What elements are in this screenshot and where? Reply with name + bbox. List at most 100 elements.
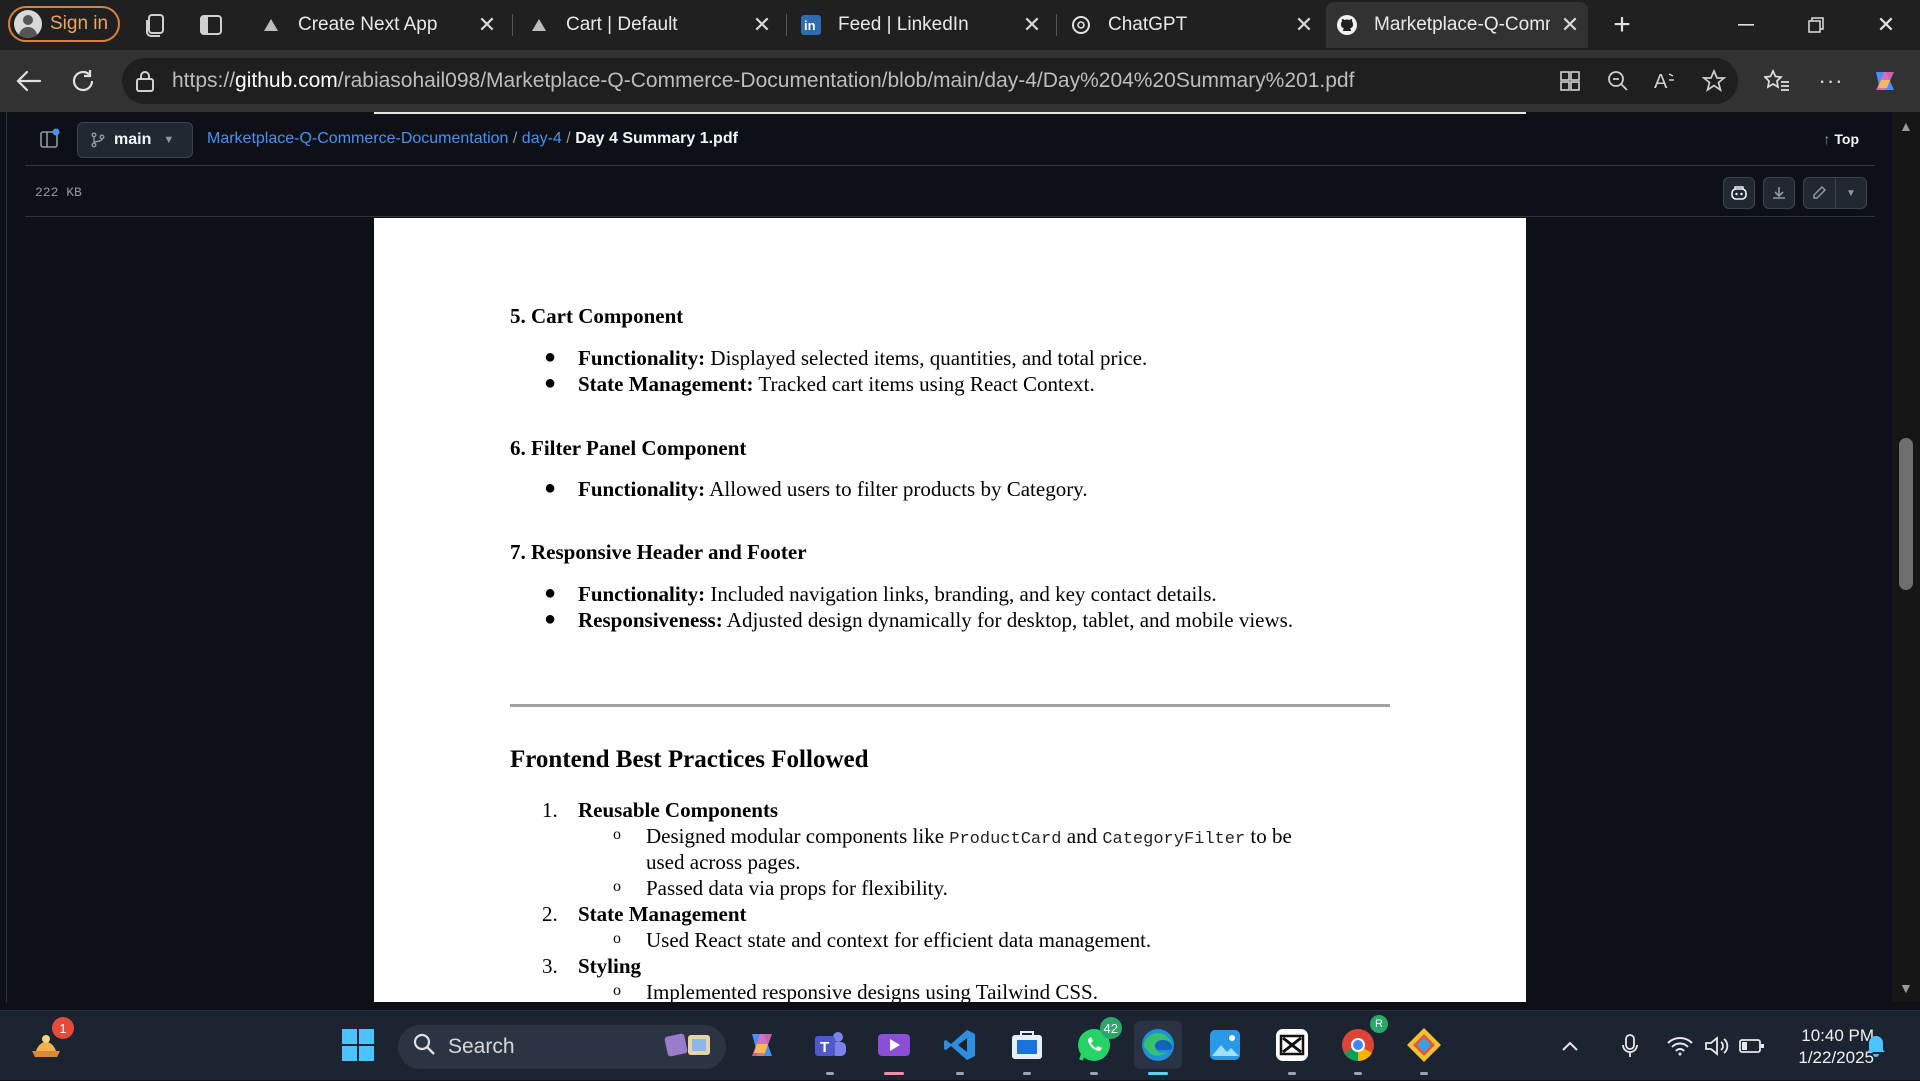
photos-icon[interactable] [1201,1021,1249,1069]
copilot-icon[interactable] [1868,64,1902,98]
download-button[interactable] [1763,177,1795,209]
list-item: Implemented responsive designs using Tai… [646,980,1098,1002]
side-panel-icon[interactable] [39,128,61,150]
scroll-down-arrow-icon[interactable]: ▼ [1899,980,1913,996]
address-bar[interactable]: https://github.com/rabiasohail098/Market… [122,58,1738,104]
taskbar-search-box[interactable]: Search [398,1025,726,1069]
running-indicator [1288,1072,1296,1075]
tab-github-marketplace[interactable]: Marketplace-Q-Comm ✕ [1326,2,1588,48]
minimize-icon[interactable] [1716,0,1776,50]
windows-start-icon[interactable] [334,1021,382,1069]
bullet-icon: ● [544,477,557,499]
browser-tab-bar: Sign in Create Next App ✕ Cart | Default… [0,0,1920,50]
section-6-heading: 6. Filter Panel Component [510,436,747,460]
tab-cart-default[interactable]: Cart | Default ✕ [518,2,780,48]
vertical-tabs-icon[interactable] [198,12,224,38]
new-tab-icon[interactable]: + [1592,0,1652,50]
circle-bullet-icon: o [613,930,621,947]
section-7-heading: 7. Responsive Header and Footer [510,540,807,564]
chrome-icon[interactable]: R [1334,1015,1388,1075]
scrollbar-thumb[interactable] [1899,438,1913,590]
branch-selector[interactable]: main ▼ [77,122,193,158]
sign-in-button[interactable]: Sign in [8,6,120,42]
close-tab-icon[interactable]: ✕ [1292,12,1316,38]
bullet-icon: ● [544,346,557,368]
notification-bell-icon[interactable] [1856,1021,1896,1069]
breadcrumb-folder-link[interactable]: day-4 [522,130,562,147]
item-key: State Management: [578,372,754,396]
item-key: Responsiveness: [578,608,723,632]
bullet-icon: ● [544,582,557,604]
microphone-icon[interactable] [1608,1034,1652,1058]
search-icon [412,1032,436,1062]
wifi-icon[interactable] [1660,1036,1700,1056]
item-key: Functionality: [578,477,706,501]
tab-chatgpt[interactable]: ChatGPT ✕ [1060,2,1322,48]
capcut-icon[interactable] [1268,1021,1316,1075]
search-highlight-icon [662,1029,716,1065]
list-number: 3. [542,954,558,978]
workspaces-icon[interactable] [144,12,170,38]
back-arrow-icon[interactable] [12,64,46,98]
best-practices-heading: Frontend Best Practices Followed [510,746,869,773]
windows-taskbar: 1 Search T 42 R 10:40 PM 1/22/2025 [0,1010,1920,1080]
microsoft-store-icon[interactable] [1003,1021,1051,1075]
list-item: Responsiveness: Adjusted design dynamica… [578,608,1293,633]
favorites-list-icon[interactable] [1760,64,1794,98]
github-icon [1336,14,1358,36]
sticky-app-icon[interactable] [1400,1021,1448,1075]
close-window-icon[interactable]: ✕ [1856,0,1916,50]
refresh-icon[interactable] [66,64,100,98]
running-indicator [1090,1072,1098,1075]
lock-icon[interactable] [134,69,158,93]
tab-label: ChatGPT [1108,14,1188,35]
close-tab-icon[interactable]: ✕ [750,12,774,38]
scroll-up-arrow-icon[interactable]: ▲ [1899,118,1913,134]
whatsapp-icon[interactable]: 42 [1070,1017,1122,1075]
copilot-chat-button[interactable] [1723,177,1755,209]
page-scrollbar[interactable]: ▲ ▼ [1892,112,1920,1002]
notification-badge: 42 [1099,1017,1122,1039]
volume-icon[interactable] [1700,1035,1734,1057]
close-tab-icon[interactable]: ✕ [475,12,499,38]
clipchamp-icon[interactable] [870,1021,918,1075]
restore-icon[interactable] [1786,0,1846,50]
item-key: Functionality: [578,582,706,606]
item-key: Functionality: [578,346,706,370]
breadcrumb-repo-link[interactable]: Marketplace-Q-Commerce-Documentation [207,130,508,147]
teams-icon[interactable]: T [806,1021,854,1075]
app-available-icon[interactable] [1546,70,1594,92]
weather-widget-icon[interactable]: 1 [22,1017,74,1069]
file-actions: ▼ [1723,177,1867,209]
chevron-down-icon[interactable]: ▼ [1834,178,1866,208]
favorite-star-icon[interactable] [1690,69,1738,93]
list-item: Functionality: Allowed users to filter p… [578,477,1088,502]
close-tab-icon[interactable]: ✕ [1558,12,1582,38]
zoom-out-icon[interactable] [1594,70,1642,92]
bullet-icon: ● [544,372,557,394]
url-text[interactable]: https://github.com/rabiasohail098/Market… [172,69,1354,93]
arrow-up-icon: ↑ [1823,131,1831,147]
item-text: to be [1245,824,1292,848]
edge-browser-icon[interactable] [1134,1021,1182,1075]
edit-file-dropdown[interactable]: ▼ [1803,177,1867,209]
active-indicator [884,1072,904,1075]
tab-divider [1056,14,1057,36]
circle-bullet-icon: o [613,878,621,895]
pencil-icon[interactable] [1804,178,1835,208]
close-tab-icon[interactable]: ✕ [1020,12,1044,38]
breadcrumb: Marketplace-Q-Commerce-Documentation / d… [207,130,738,148]
back-to-top-button[interactable]: ↑ Top [1823,131,1859,147]
vscode-icon[interactable] [936,1021,984,1075]
code-category-filter: CategoryFilter [1102,830,1246,849]
chevron-up-icon[interactable] [1552,1040,1588,1052]
profile-badge: R [1370,1015,1388,1033]
item-text: Designed modular components like [646,824,950,848]
tab-create-next-app[interactable]: Create Next App ✕ [250,2,505,48]
tab-linkedin-feed[interactable]: in Feed | LinkedIn ✕ [790,2,1050,48]
read-aloud-icon[interactable]: A [1642,70,1690,92]
horizontal-rule [510,704,1390,707]
more-options-icon[interactable]: ··· [1814,64,1848,98]
copilot-app-icon[interactable] [738,1021,786,1069]
list-number: 1. [542,798,558,822]
